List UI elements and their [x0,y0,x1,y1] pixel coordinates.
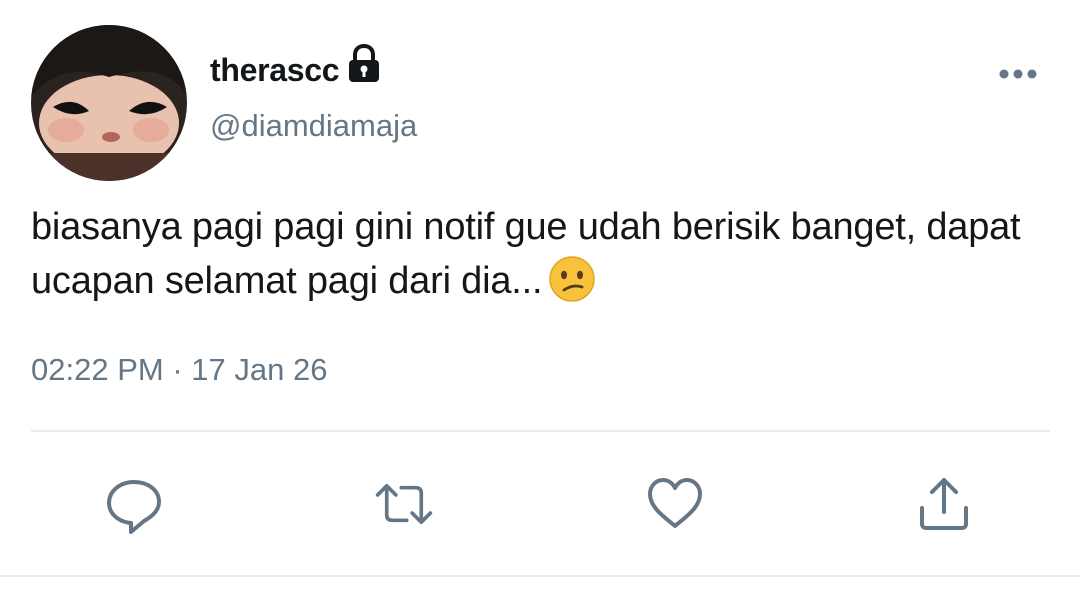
more-dots-icon [999,69,1037,79]
display-name[interactable]: therascc [210,52,340,89]
tweet-meta: 02:22 PM · 17 Jan 26 [31,352,327,388]
reply-button[interactable] [104,474,164,534]
share-icon [920,478,968,530]
display-name-row: therascc [210,43,381,92]
confused-face-icon [548,255,596,303]
heart-icon [648,478,702,528]
like-button[interactable] [645,474,705,534]
reply-icon [107,480,161,534]
bottom-divider [0,575,1080,577]
tweet-time: 02:22 PM [31,352,164,387]
retweet-button[interactable] [374,474,434,534]
avatar[interactable] [31,25,187,181]
divider [31,430,1050,432]
handle[interactable]: @diamdiamaja [210,108,417,144]
tweet-text-content: biasanya pagi pagi gini notif gue udah b… [31,206,1021,302]
share-button[interactable] [914,474,974,534]
lock-icon [347,43,381,84]
meta-separator: · [172,352,183,387]
tweet-date: 17 Jan 26 [191,352,328,387]
retweet-icon [375,484,433,525]
tweet-text: biasanya pagi pagi gini notif gue udah b… [31,200,1061,308]
more-options-button[interactable] [990,58,1046,90]
avatar-image [31,25,187,181]
